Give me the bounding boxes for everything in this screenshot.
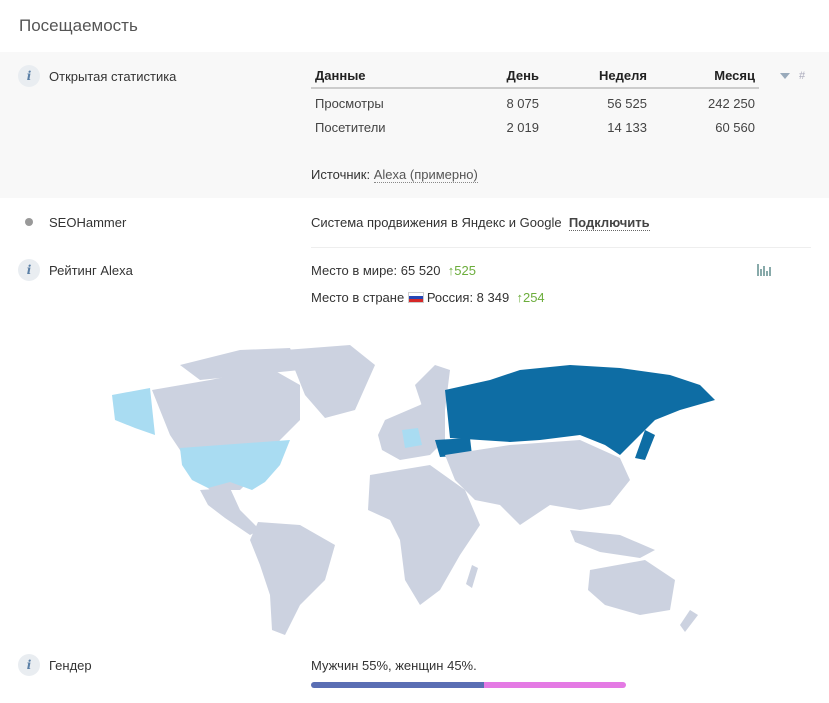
country-rank-prefix: Место в стране <box>311 290 405 305</box>
map-madagascar <box>466 565 478 588</box>
divider <box>311 247 811 248</box>
map-new-zealand <box>680 610 698 632</box>
table-cell: 14 133 <box>607 119 647 135</box>
source-link[interactable]: Alexa (примерно) <box>373 167 478 183</box>
table-cell: 242 250 <box>708 96 755 111</box>
world-rank: Место в мире: 65 520 ↑525 <box>311 263 476 278</box>
country-rank: Место в стране Россия: 8 349 ↑254 <box>311 290 545 305</box>
open-stats-row: i Открытая статистика Данные День Неделя… <box>0 52 829 198</box>
gender-bar-male <box>311 682 485 688</box>
gender-label: Гендер <box>49 658 92 673</box>
table-cell: Посетители <box>315 119 386 135</box>
country-rank-text: Россия: 8 349 <box>426 290 510 305</box>
hash-icon[interactable]: # <box>799 70 805 82</box>
map-south-america <box>250 522 335 635</box>
map-central-america <box>200 488 260 535</box>
seohammer-label: SEOHammer <box>49 215 127 230</box>
gender-text: Мужчин 55%, женщин 45%. <box>311 658 477 673</box>
table-row: Посетители 2 019 14 133 60 560 <box>311 114 759 140</box>
source-line: Источник: Alexa (примерно) <box>311 167 478 183</box>
stats-header-row: Данные День Неделя Месяц <box>311 64 759 89</box>
seohammer-line: Система продвижения в Яндекс и Google По… <box>311 215 650 231</box>
open-stats-label: Открытая статистика <box>49 69 177 84</box>
bar-chart-icon[interactable] <box>757 264 771 276</box>
column-header-week: Неделя <box>543 64 651 89</box>
map-australia <box>588 560 675 615</box>
gender-bar <box>311 682 626 688</box>
arrow-up-icon: ↑ <box>444 263 455 278</box>
bullet-icon <box>25 218 33 226</box>
info-icon[interactable]: i <box>18 65 40 87</box>
page-title: Посещаемость <box>19 16 138 35</box>
stats-table: Данные День Неделя Месяц Просмотры 8 075… <box>311 64 759 140</box>
world-map <box>112 345 715 635</box>
map-alaska <box>112 388 155 435</box>
chevron-down-icon[interactable] <box>780 73 790 79</box>
world-rank-change: 525 <box>454 263 476 278</box>
russia-flag-icon <box>407 292 424 303</box>
connect-button[interactable]: Подключить <box>568 215 650 231</box>
gender-bar-female <box>484 682 626 688</box>
table-cell: 56 525 <box>607 96 647 111</box>
table-cell: Просмотры <box>315 96 384 111</box>
info-icon[interactable]: i <box>18 259 40 281</box>
column-header-data: Данные <box>311 64 431 89</box>
arrow-up-icon: ↑ <box>512 290 523 305</box>
world-rank-text: Место в мире: 65 520 <box>311 263 441 278</box>
map-se-asia <box>570 530 655 558</box>
info-icon[interactable]: i <box>18 654 40 676</box>
column-header-month: Месяц <box>651 64 759 89</box>
source-label: Источник: <box>311 167 371 182</box>
table-cell: 60 560 <box>715 119 755 135</box>
table-cell: 2 019 <box>506 119 539 135</box>
map-usa <box>180 440 290 490</box>
alexa-label: Рейтинг Alexa <box>49 263 133 278</box>
table-row: Просмотры 8 075 56 525 242 250 <box>311 88 759 114</box>
column-header-day: День <box>431 64 543 89</box>
table-cell: 8 075 <box>506 96 539 111</box>
seohammer-description: Система продвижения в Яндекс и Google <box>311 215 562 230</box>
country-rank-change: 254 <box>522 290 545 305</box>
